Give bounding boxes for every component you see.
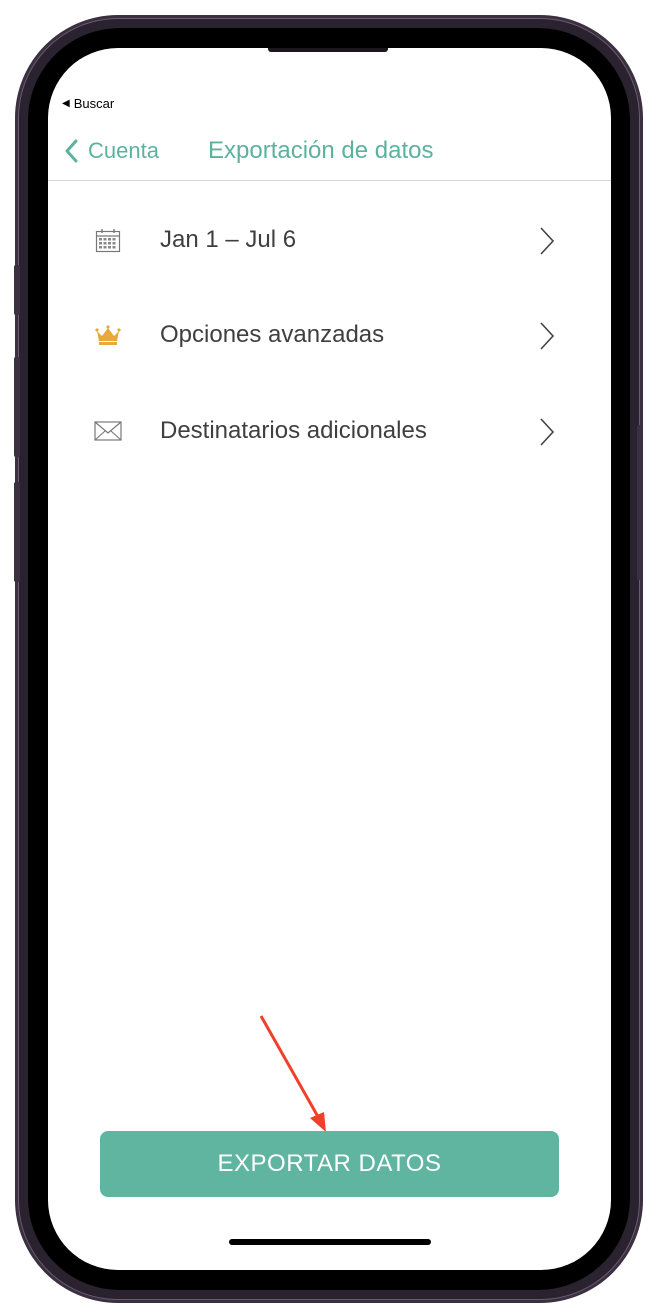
home-indicator[interactable] [229,1239,431,1245]
calendar-icon [94,226,122,254]
list-item-advanced-options[interactable]: Opciones avanzadas [48,305,611,365]
volume-down-button [14,482,20,582]
chevron-right-icon [540,227,555,255]
back-to-app-label: Buscar [73,96,115,111]
back-triangle-icon: ◀ [62,98,70,109]
back-to-app[interactable]: ◀ Buscar [62,96,114,111]
silent-switch [14,265,20,315]
list-item-label: Jan 1 – Jul 6 [160,226,297,253]
nav-back-button[interactable]: Cuenta [64,136,159,166]
list-item-date-range[interactable]: Jan 1 – Jul 6 [48,210,611,270]
navigation-bar: Cuenta Exportación de datos [48,128,611,181]
list-item-label: Opciones avanzadas [160,321,385,348]
screen: ◀ Buscar Cuenta Exportación de datos Jan… [48,48,611,1270]
list-item-label: Destinatarios adicionales [160,417,427,444]
crown-icon [94,321,122,349]
power-button [637,425,643,580]
list-item-additional-recipients[interactable]: Destinatarios adicionales [48,401,611,461]
notch [268,48,388,52]
chevron-right-icon [540,418,555,446]
export-data-button[interactable]: EXPORTAR DATOS [100,1131,559,1197]
volume-up-button [14,357,20,457]
nav-back-label: Cuenta [88,138,159,163]
page-title: Exportación de datos [208,137,434,164]
chevron-left-icon [65,139,78,163]
envelope-icon [94,417,122,445]
chevron-right-icon [540,322,555,350]
